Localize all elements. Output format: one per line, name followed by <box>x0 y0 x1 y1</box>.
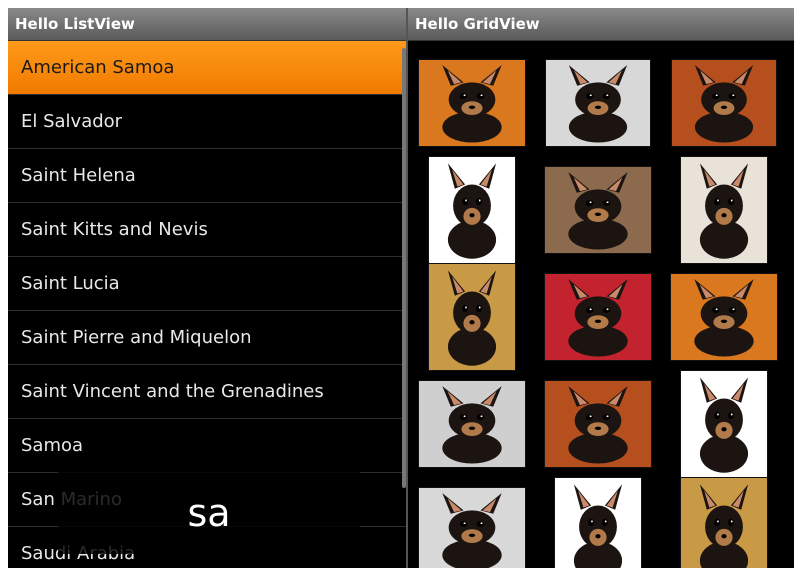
grid-thumbnail-dog-portrait[interactable] <box>680 370 768 478</box>
list-item[interactable]: Saint Helena <box>8 149 406 203</box>
grid-thumbnail-dog-closeup[interactable] <box>680 156 768 264</box>
grid-thumbnail-dog-in-striped-sweater[interactable] <box>418 59 526 147</box>
grid-thumbnail-dog-portrait[interactable] <box>671 59 777 147</box>
gridview-title: Hello GridView <box>408 8 794 41</box>
fast-scroll-filter-overlay: sa <box>58 472 360 554</box>
grid-thumbnail-dog-lying-on-couch[interactable] <box>418 487 526 568</box>
list-item[interactable]: El Salvador <box>8 95 406 149</box>
grid-thumbnail-dog-on-red-blanket[interactable] <box>544 273 652 361</box>
image-grid[interactable] <box>408 41 794 568</box>
list-item[interactable]: American Samoa <box>8 41 406 95</box>
grid-thumbnail-dog-standing[interactable] <box>428 263 516 371</box>
grid-thumbnail-dog-portrait[interactable] <box>544 380 652 468</box>
list-item[interactable]: Saint Pierre and Miquelon <box>8 311 406 365</box>
listview-pane: Hello ListView American Samoa El Salvador… <box>8 8 406 568</box>
grid-thumbnail-dog-portrait[interactable] <box>428 156 516 264</box>
list-item[interactable]: Saint Lucia <box>8 257 406 311</box>
grid-thumbnail-dog-lying-on-couch[interactable] <box>418 380 526 468</box>
gridview-pane: Hello GridView <box>408 8 794 568</box>
grid-thumbnail-dog-standing[interactable] <box>680 477 768 568</box>
list-item[interactable]: Saint Kitts and Nevis <box>8 203 406 257</box>
screen: Hello ListView American Samoa El Salvador… <box>8 8 794 568</box>
grid-thumbnail-dog-portrait[interactable] <box>554 477 642 568</box>
list-item[interactable]: Saint Vincent and the Grenadines <box>8 365 406 419</box>
list-item[interactable]: Samoa <box>8 419 406 473</box>
grid-thumbnail-dog-in-striped-sweater[interactable] <box>670 273 778 361</box>
grid-thumbnail-dog-in-basket[interactable] <box>544 166 652 254</box>
listview-title: Hello ListView <box>8 8 406 41</box>
grid-thumbnail-dog-lying-on-couch[interactable] <box>545 59 651 147</box>
